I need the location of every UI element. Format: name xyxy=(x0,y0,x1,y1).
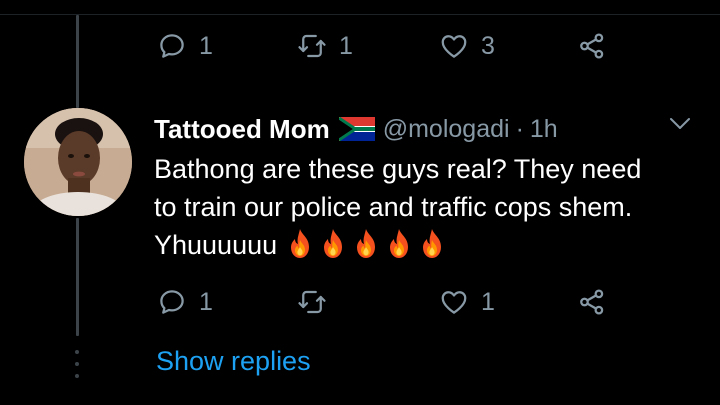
retweet-button[interactable] xyxy=(297,282,339,322)
meta-separator: · xyxy=(515,114,524,143)
thread-more-dots xyxy=(74,350,80,378)
reply-button[interactable]: 1 xyxy=(157,26,213,66)
tweet-header: Tattooed Mom @mologadi · 1h xyxy=(154,109,558,149)
tweet-text-line: to train our police and traffic cops she… xyxy=(154,192,633,222)
avatar-photo xyxy=(24,108,132,216)
reply-count: 1 xyxy=(199,31,213,60)
reply-button[interactable]: 1 xyxy=(157,282,213,322)
tweet-actions: 1 1 xyxy=(157,282,627,322)
display-name[interactable]: Tattooed Mom xyxy=(154,114,330,145)
previous-tweet-actions: 1 1 3 xyxy=(157,26,627,66)
like-count: 1 xyxy=(481,287,495,316)
fire-emoji-icon xyxy=(390,229,409,258)
like-icon xyxy=(441,35,467,58)
chevron-down-icon[interactable] xyxy=(668,116,692,132)
like-count: 3 xyxy=(481,31,495,60)
like-icon xyxy=(441,291,467,314)
retweet-icon xyxy=(298,290,326,314)
fire-emoji-icon xyxy=(291,229,310,258)
reply-icon xyxy=(160,290,184,314)
fire-emoji-row xyxy=(287,229,452,260)
thread-line-upper xyxy=(76,15,79,108)
retweet-count: 1 xyxy=(339,31,353,60)
top-divider xyxy=(0,14,720,15)
tweet-text-line: Bathong are these guys real? They need xyxy=(154,154,642,184)
share-button[interactable] xyxy=(577,282,607,322)
south-africa-flag-icon xyxy=(338,117,375,141)
share-icon xyxy=(580,289,604,315)
retweet-button[interactable]: 1 xyxy=(297,26,353,66)
fire-emoji-icon xyxy=(423,229,442,258)
thread-line-lower xyxy=(76,218,79,336)
share-button[interactable] xyxy=(577,26,607,66)
reply-count: 1 xyxy=(199,287,213,316)
like-button[interactable]: 3 xyxy=(439,26,495,66)
user-handle[interactable]: @mologadi xyxy=(383,115,510,144)
retweet-icon xyxy=(298,34,326,58)
fire-emoji-icon xyxy=(324,229,343,258)
reply-icon xyxy=(160,34,184,58)
show-replies-link[interactable]: Show replies xyxy=(156,346,311,377)
tweet-text-line: Yhuuuuuu xyxy=(154,226,704,264)
timestamp[interactable]: 1h xyxy=(530,115,558,144)
fire-emoji-icon xyxy=(357,229,376,258)
tweet-text-word: Yhuuuuuu xyxy=(154,230,278,260)
tweet-text: Bathong are these guys real? They need t… xyxy=(154,150,704,264)
avatar[interactable] xyxy=(24,108,132,216)
like-button[interactable]: 1 xyxy=(439,282,495,322)
share-icon xyxy=(580,33,604,59)
